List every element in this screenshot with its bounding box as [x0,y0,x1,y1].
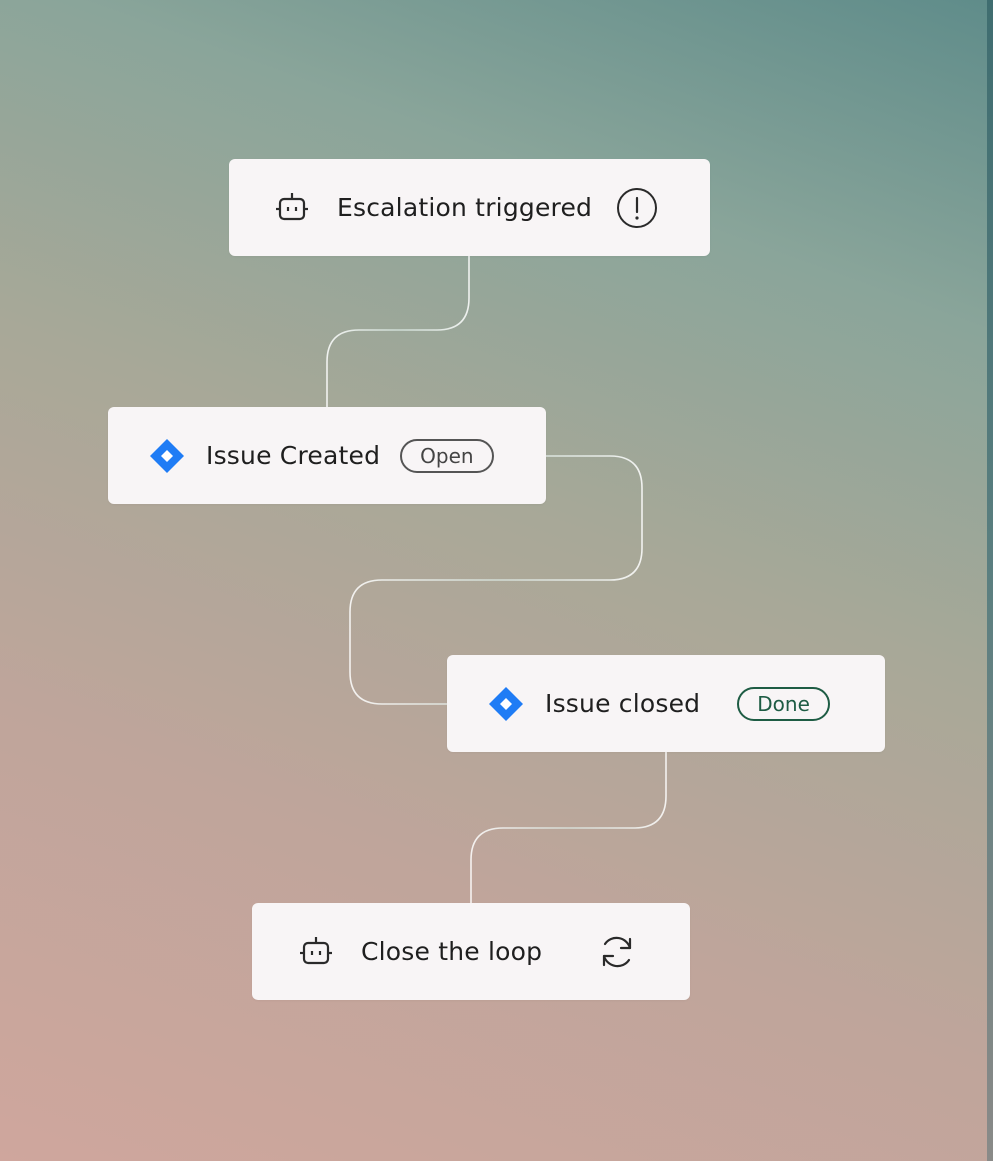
node-label: Close the loop [361,937,543,966]
node-issue-created[interactable]: Issue Created Open [108,407,546,504]
alert-circle-icon [616,187,658,229]
bot-icon [272,188,312,228]
jira-diamond-icon [147,436,187,476]
node-close-the-loop[interactable]: Close the loop [252,903,690,1000]
node-label: Issue Created [206,441,381,470]
node-issue-closed[interactable]: Issue closed Done [447,655,885,752]
connector-escalation-to-issue-created [326,256,470,407]
node-escalation-triggered[interactable]: Escalation triggered [229,159,710,256]
right-edge-divider [987,0,993,1161]
node-label: Issue closed [545,689,701,718]
jira-diamond-icon [486,684,526,724]
connector-issue-closed-to-close-loop [470,752,667,903]
bot-icon [296,932,336,972]
status-badge-done: Done [737,686,830,721]
node-label: Escalation triggered [337,193,593,222]
refresh-icon [596,931,638,973]
status-badge-open: Open [400,438,494,473]
